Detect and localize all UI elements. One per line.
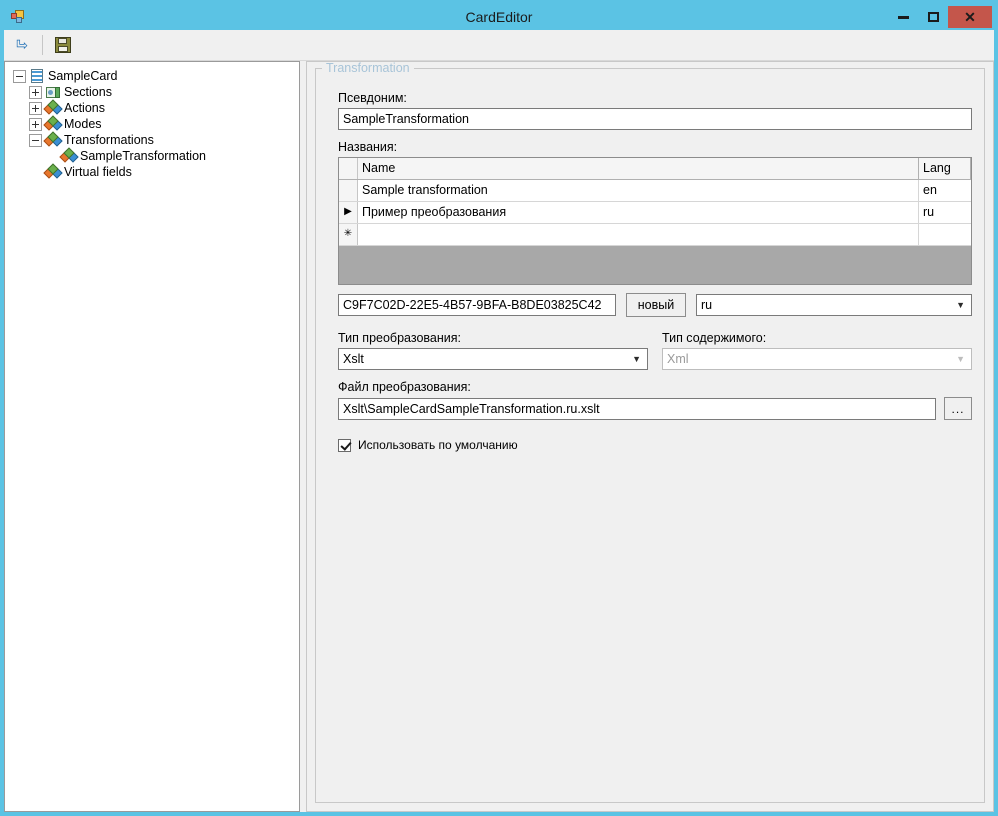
content-type-label: Тип содержимого: [662,331,767,345]
new-button[interactable]: новый [626,293,686,317]
toolbar: ⏎ [4,30,994,61]
row-name[interactable]: Пример преобразования [358,202,919,223]
tree-item-virtual-fields[interactable]: Virtual fields [5,163,299,180]
lang-select[interactable]: ru ▼ [696,294,972,316]
tree-item-sections[interactable]: Sections [5,84,299,100]
tree-item-label: Transformations [64,133,154,147]
expander-minus-icon[interactable] [13,69,26,83]
transformation-form: Псевдоним: Названия: Name Lang [338,91,972,452]
alias-input[interactable] [338,108,972,130]
transform-type-value: Xslt [343,352,364,366]
diamond-icon [43,99,63,116]
table-row[interactable]: ▶ Пример преобразования ru [339,202,971,224]
diamond-icon [43,163,63,180]
row-lang[interactable]: ru [919,202,971,223]
enter-arrow-icon: ⏎ [16,37,28,53]
transform-type-select[interactable]: Xslt ▼ [338,348,648,370]
maximize-button[interactable] [918,6,948,28]
type-row: Тип преобразования: Xslt ▼ Тип содержимо… [338,331,972,370]
use-default-row[interactable]: Использовать по умолчанию [338,438,972,452]
expander-plus-icon[interactable] [29,101,42,115]
main-content: SampleCard Sections Actions Modes Transf… [4,61,994,812]
transform-file-input[interactable] [338,397,936,420]
names-label: Названия: [338,140,398,154]
tree-item-samplecard[interactable]: SampleCard [5,68,299,84]
row-marker-current: ▶ [339,202,358,223]
section-icon [45,84,61,100]
minimize-icon [897,15,909,19]
tree-item-actions[interactable]: Actions [5,99,299,116]
groupbox-title: Transformation [322,62,414,75]
card-tree: SampleCard Sections Actions Modes Transf… [5,68,299,180]
lang-select-value: ru [701,298,713,312]
use-default-checkbox[interactable] [338,438,351,452]
minimize-button[interactable] [888,6,918,28]
window-title: CardEditor [465,9,533,25]
row-lang[interactable]: en [919,180,971,201]
expander-minus-icon[interactable] [29,133,42,147]
chevron-down-icon: ▼ [956,354,965,364]
content-type-select: Xml ▼ [662,348,972,370]
transformation-groupbox: Transformation Псевдоним: Названия: Name… [315,62,985,803]
grid-header-row: Name Lang [339,158,971,180]
use-default-label: Использовать по умолчанию [358,438,518,452]
browse-file-button[interactable]: ... [944,397,972,420]
maximize-icon [927,12,939,22]
diamond-icon [59,147,79,164]
tree-item-label: SampleTransformation [80,149,206,163]
diamond-icon [43,131,63,148]
names-grid[interactable]: Name Lang Sample transformation en ▶ При… [338,157,972,285]
table-new-row[interactable]: ✳ [339,224,971,246]
expander-plus-icon[interactable] [29,85,42,99]
tree-panel[interactable]: SampleCard Sections Actions Modes Transf… [4,61,300,812]
card-icon [29,68,45,84]
toolbar-separator [42,35,43,55]
close-button[interactable]: ✕ [948,6,992,28]
grid-header-lang[interactable]: Lang [919,158,971,179]
chevron-down-icon: ▼ [956,300,965,310]
names-grid-inner: Name Lang Sample transformation en ▶ При… [339,158,971,284]
transform-type-group: Тип преобразования: Xslt ▼ [338,331,648,370]
window-controls: ✕ [888,6,994,28]
app-icon [10,9,26,25]
grid-header-name[interactable]: Name [358,158,919,179]
guid-input[interactable] [338,294,616,316]
row-marker-new: ✳ [339,224,358,245]
grid-header-marker [339,158,358,179]
save-floppy-icon [55,37,71,53]
tree-item-label: Modes [64,117,102,131]
tree-item-label: Sections [64,85,112,99]
reload-button[interactable]: ⏎ [8,32,36,58]
tree-item-modes[interactable]: Modes [5,115,299,132]
content-type-value: Xml [667,352,689,366]
diamond-icon [43,115,63,132]
tree-item-label: Actions [64,101,105,115]
close-icon: ✕ [964,9,976,25]
save-button[interactable] [49,32,77,58]
tree-item-transformations[interactable]: Transformations [5,131,299,148]
content-type-group: Тип содержимого: Xml ▼ [662,331,972,370]
detail-panel: Transformation Псевдоним: Названия: Name… [306,61,994,812]
row-name[interactable]: Sample transformation [358,180,919,201]
transform-file-row: ... [338,397,972,420]
tree-item-label: Virtual fields [64,165,132,179]
tree-item-sampletransformation[interactable]: SampleTransformation [5,147,299,164]
application-window: CardEditor ✕ ⏎ SampleCard Sections Actio… [0,0,998,816]
row-marker [339,180,358,201]
tree-item-label: SampleCard [48,69,118,83]
transform-type-label: Тип преобразования: [338,331,461,345]
table-row[interactable]: Sample transformation en [339,180,971,202]
ellipsis-icon: ... [951,401,965,416]
id-row: новый ru ▼ [338,293,972,317]
chevron-down-icon: ▼ [632,354,641,364]
alias-label: Псевдоним: [338,91,407,105]
transform-file-label: Файл преобразования: [338,380,471,394]
row-name[interactable] [358,224,919,245]
title-bar: CardEditor ✕ [4,4,994,30]
expander-plus-icon[interactable] [29,117,42,131]
row-lang[interactable] [919,224,971,245]
